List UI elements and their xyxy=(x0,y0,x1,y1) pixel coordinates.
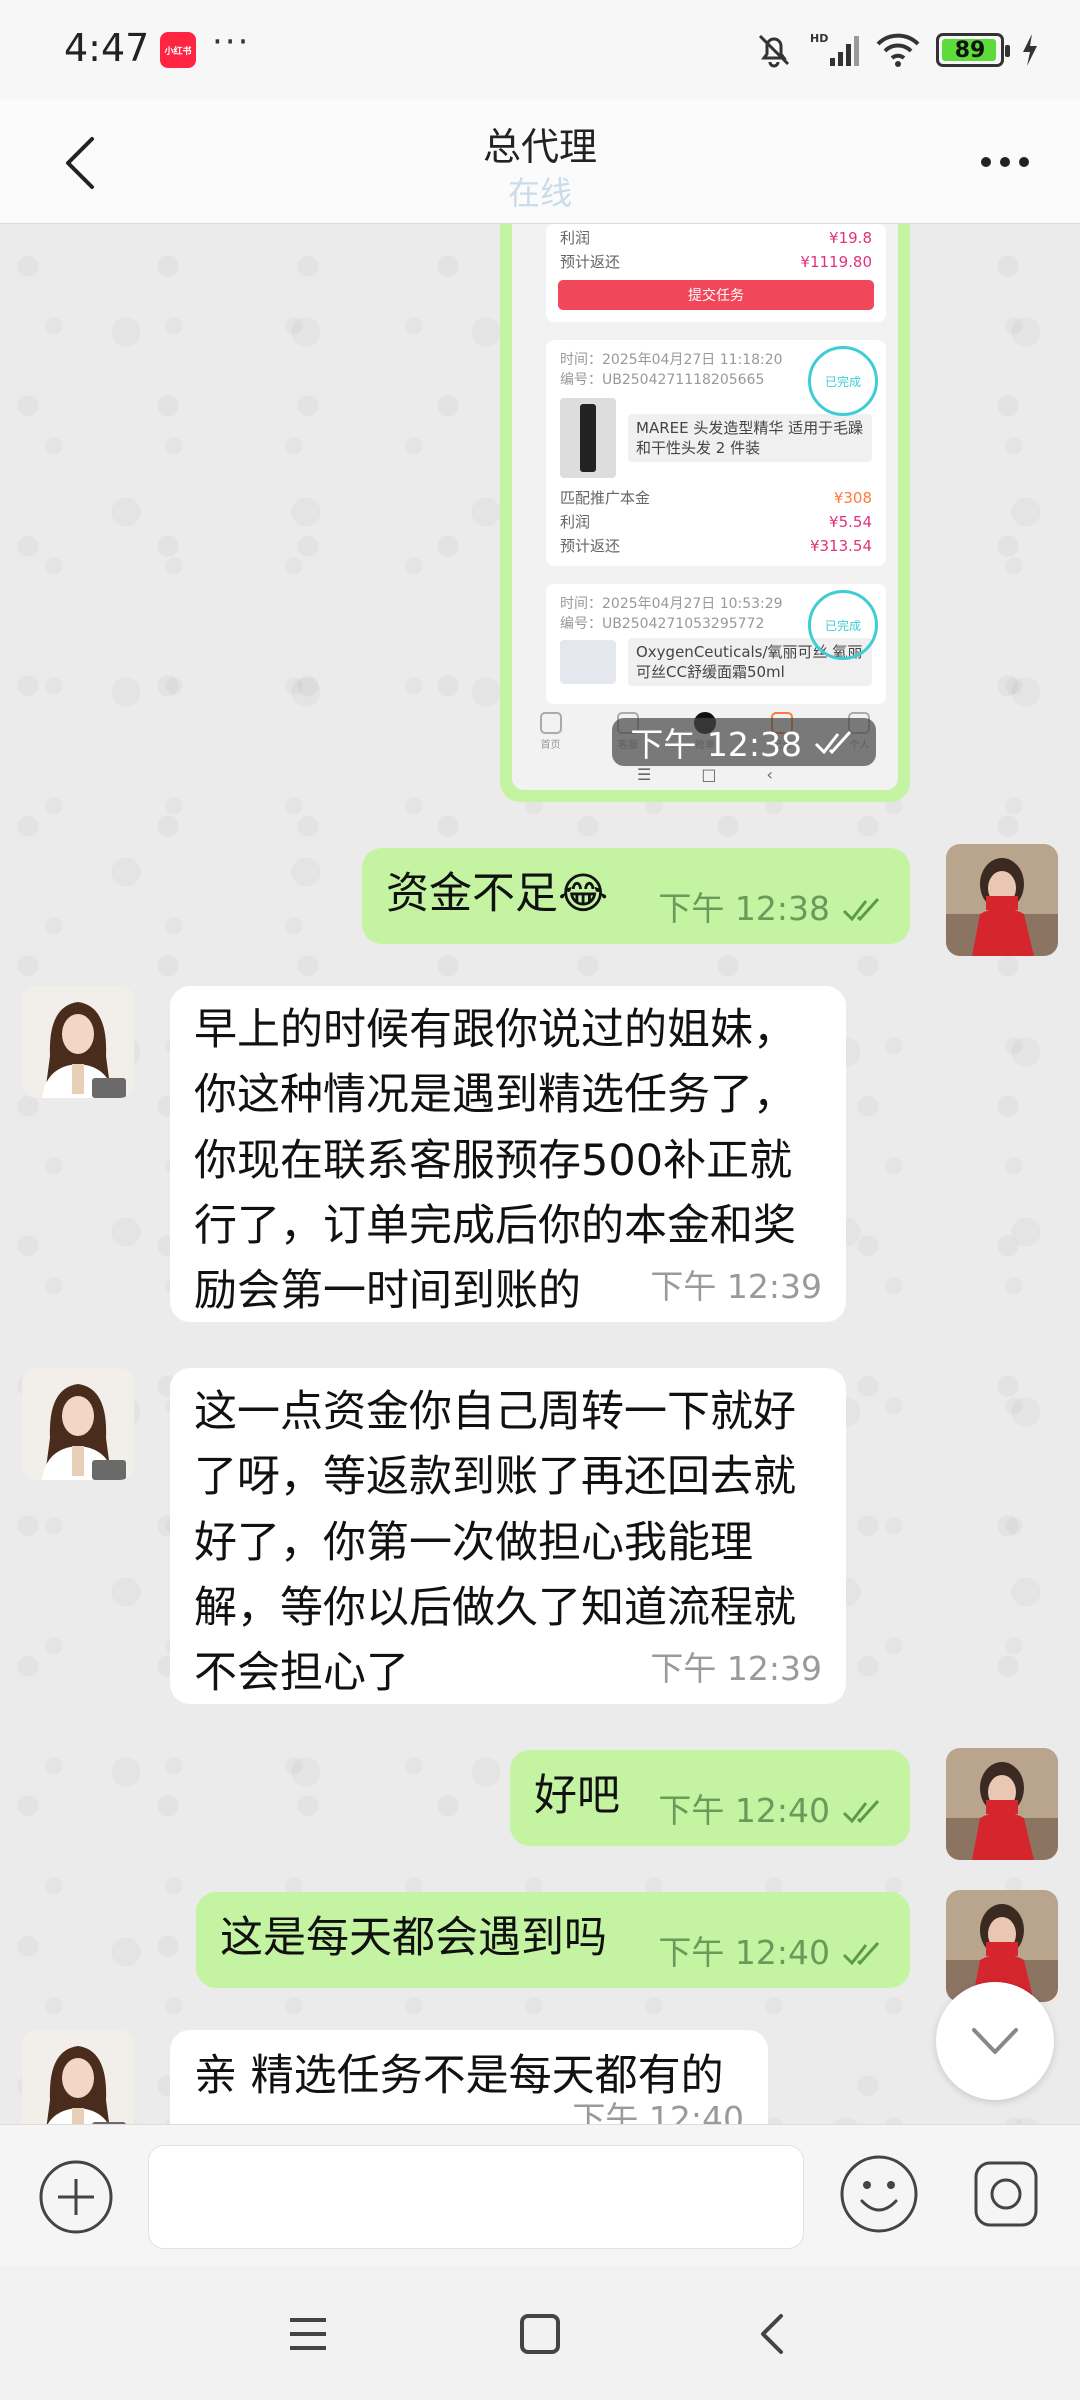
chevron-down-icon xyxy=(972,2028,1018,2054)
contact-avatar[interactable] xyxy=(22,986,134,1098)
contact-avatar[interactable] xyxy=(22,1368,134,1480)
avatar-illustration xyxy=(22,2030,134,2124)
home-icon xyxy=(539,712,562,734)
svg-text:HD: HD xyxy=(810,32,828,45)
avatar-illustration xyxy=(22,1368,134,1480)
message-time: 下午 12:39 xyxy=(650,1266,822,1306)
read-check-icon xyxy=(814,730,852,755)
message-time: 下午 12:38 xyxy=(658,888,830,928)
shared-screenshot[interactable]: 利润 ¥19.8 预计返还 ¥1119.80 提交任务 已完成 时间：2025年04… xyxy=(512,224,898,790)
message-bubble[interactable]: 这是每天都会遇到吗 下午 12:40 xyxy=(196,1892,910,1988)
emoji-button[interactable] xyxy=(838,2153,920,2235)
triangle-back-icon xyxy=(761,2314,783,2354)
message-time: 下午 12:40 xyxy=(658,1790,830,1830)
more-notifications-icon: ··· xyxy=(212,22,251,62)
read-check-icon xyxy=(842,897,880,922)
menu-nav-button[interactable] xyxy=(278,2306,338,2362)
message-time: 下午 12:40 xyxy=(572,2098,744,2124)
chat-header: 总代理 在线 xyxy=(0,100,1080,224)
battery-level: 89 xyxy=(954,37,986,63)
avatar-photo xyxy=(946,844,1058,956)
contact-avatar[interactable] xyxy=(22,2030,134,2124)
submit-task-button: 提交任务 xyxy=(558,280,874,310)
message-text: 这是每天都会遇到吗 xyxy=(220,1913,607,1963)
message-bubble[interactable]: 这一点资金你自己周转一下就好了呀，等返款到账了再还回去就好了，你第一次做担心我能… xyxy=(170,1368,846,1704)
message-time: 下午 12:40 xyxy=(658,1932,830,1972)
image-message[interactable]: 利润 ¥19.8 预计返还 ¥1119.80 提交任务 已完成 时间：2025年04… xyxy=(500,224,910,802)
product-image xyxy=(560,398,616,478)
message-input[interactable] xyxy=(148,2145,804,2249)
more-options-button[interactable] xyxy=(970,140,1040,184)
status-bar: 4:47 小红书 ··· HD 89 xyxy=(0,0,1080,100)
message-text: 资金不足😂 xyxy=(386,869,609,919)
message-bubble[interactable]: 好吧 下午 12:40 xyxy=(510,1750,910,1846)
contact-name[interactable]: 总代理 xyxy=(0,116,1080,171)
charging-icon xyxy=(1023,34,1037,66)
plus-circle-icon xyxy=(39,2160,113,2234)
avatar-illustration xyxy=(22,986,134,1098)
my-avatar[interactable] xyxy=(946,1748,1058,1860)
system-nav-bar xyxy=(0,2266,1080,2400)
message-bubble[interactable]: 亲 精选任务不是每天都有的 下午 12:40 xyxy=(170,2030,768,2124)
message-time: 下午 12:39 xyxy=(650,1648,822,1688)
message-bubble[interactable]: 早上的时候有跟你说过的姐妹，你这种情况是遇到精选任务了，你现在联系客服预存500… xyxy=(170,986,846,1322)
attach-button[interactable] xyxy=(38,2159,114,2235)
smiley-icon xyxy=(840,2155,918,2233)
completed-stamp: 已完成 xyxy=(808,590,878,660)
status-time: 4:47 xyxy=(64,26,150,70)
home-nav-button[interactable] xyxy=(510,2306,570,2362)
read-check-icon xyxy=(842,1941,880,1966)
back-nav-button[interactable] xyxy=(742,2306,802,2362)
signal-icon: HD xyxy=(810,32,859,66)
image-timestamp: 下午 12:38 xyxy=(612,718,876,766)
menu-icon xyxy=(290,2318,326,2350)
order-card: 利润 ¥19.8 预计返还 ¥1119.80 提交任务 xyxy=(546,224,886,322)
camera-icon xyxy=(974,2161,1038,2227)
message-bubble[interactable]: 资金不足😂 下午 12:38 xyxy=(362,848,910,944)
scroll-to-bottom-button[interactable] xyxy=(936,1982,1054,2100)
camera-button[interactable] xyxy=(970,2153,1042,2235)
order-card: 已完成 时间：2025年04月27日 11:18:20 编号：UB2504271… xyxy=(546,340,886,566)
wifi-icon xyxy=(876,33,920,67)
chat-messages[interactable]: 利润 ¥19.8 预计返还 ¥1119.80 提交任务 已完成 时间：2025年04… xyxy=(0,224,1080,2124)
square-home-icon xyxy=(520,2314,560,2354)
completed-stamp: 已完成 xyxy=(808,346,878,416)
xiaohongshu-app-icon: 小红书 xyxy=(160,32,196,68)
more-dots-icon xyxy=(981,157,1029,167)
read-check-icon xyxy=(842,1799,880,1824)
battery-indicator: 89 xyxy=(936,33,1010,67)
avatar-photo xyxy=(946,1748,1058,1860)
my-avatar[interactable] xyxy=(946,844,1058,956)
message-text: 好吧 xyxy=(534,1771,620,1821)
mute-bell-icon xyxy=(758,34,790,68)
online-status: 在线 xyxy=(507,174,572,212)
product-image xyxy=(560,640,616,684)
order-card: 已完成 时间：2025年04月27日 10:53:29 编号：UB2504271… xyxy=(546,584,886,704)
message-input-bar xyxy=(0,2124,1080,2266)
